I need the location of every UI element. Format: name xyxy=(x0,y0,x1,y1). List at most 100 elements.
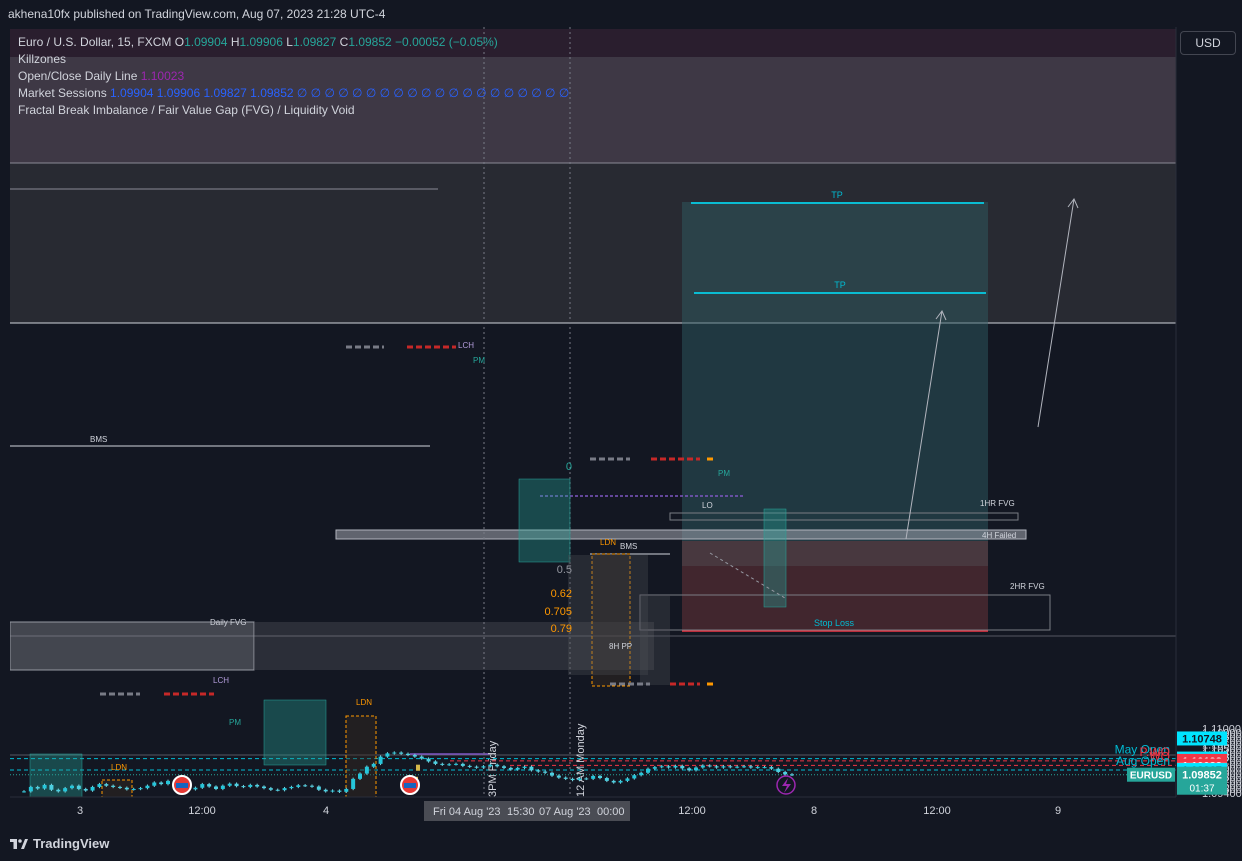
ldn-label-2: LDN xyxy=(600,538,616,547)
candle-body xyxy=(323,789,328,792)
candle-body xyxy=(76,785,81,789)
candle-body xyxy=(193,787,198,790)
candle-body xyxy=(351,778,356,789)
candle-body xyxy=(666,766,671,768)
candle-body xyxy=(515,767,520,770)
price-badge-text-0: 1.10748 xyxy=(1182,733,1222,745)
countdown-text: 01:37 xyxy=(1189,784,1214,795)
stop-loss-label: Stop Loss xyxy=(814,618,855,628)
2hr-fvg-label: 2HR FVG xyxy=(1010,582,1045,591)
candle-body xyxy=(659,766,664,768)
candle-body xyxy=(591,776,596,779)
candle-body xyxy=(111,785,116,787)
candle-body xyxy=(289,786,294,789)
candle-body xyxy=(474,766,479,768)
fib-label-3: 0.705 xyxy=(544,606,572,618)
pm-label-1: PM xyxy=(718,469,730,478)
fib-label-0: 0 xyxy=(566,461,572,473)
candle-body xyxy=(522,766,527,768)
indicator-name[interactable]: Killzones xyxy=(18,52,66,66)
candle-body xyxy=(152,782,157,786)
target-zone xyxy=(682,202,988,566)
candle-body xyxy=(529,766,534,771)
candle-body xyxy=(714,766,719,768)
published-caption: akhena10fx published on TradingView.com,… xyxy=(8,7,386,21)
candle-body xyxy=(28,786,33,792)
level-label-3: Aug Open xyxy=(1116,754,1170,768)
candle-body xyxy=(118,786,122,788)
tradingview-logo[interactable]: TradingView xyxy=(10,836,109,851)
ldn-range-box xyxy=(568,555,648,675)
candle-body xyxy=(104,784,109,786)
time-tick-label: 3 xyxy=(77,805,83,817)
crosshair-date-1: Fri 04 Aug '23 xyxy=(433,806,501,818)
symbol-row[interactable]: Euro / U.S. Dollar, 15, FXCM O1.09904 H1… xyxy=(18,34,569,51)
symbol-tag-text: EURUSD xyxy=(1130,771,1172,782)
candle-body xyxy=(646,768,650,773)
candle-body xyxy=(358,773,362,779)
fib-label-1: 0.5 xyxy=(557,564,572,576)
candle-body xyxy=(426,758,431,762)
ldn-label-1: LDN xyxy=(356,698,372,707)
candle-body xyxy=(508,767,513,770)
marker-12am-monday: 12 AM Monday xyxy=(575,723,587,797)
candle-body xyxy=(330,790,335,792)
time-tick-label: 9 xyxy=(1055,805,1061,817)
candle-body xyxy=(42,784,47,789)
open-value: 1.09904 xyxy=(184,35,228,49)
daily-fvg-box xyxy=(10,621,255,671)
current-price-text: 1.09852 xyxy=(1182,770,1222,782)
candle-body xyxy=(460,763,465,766)
fib-label-4: 0.79 xyxy=(551,623,572,635)
lo-label: LO xyxy=(702,501,713,510)
open-label: O xyxy=(174,35,185,49)
candle-body xyxy=(248,784,253,787)
candle-body xyxy=(207,784,212,787)
candle-body xyxy=(543,771,548,773)
indicator-daily-line[interactable]: Open/Close Daily Line 1.10023 xyxy=(18,68,569,85)
candle-body xyxy=(83,788,88,791)
tp-lower-label: TP xyxy=(834,280,846,290)
candle-body xyxy=(241,786,246,788)
candle-body xyxy=(481,766,486,768)
indicator-name[interactable]: Market Sessions xyxy=(18,86,107,100)
indicator-market-sessions[interactable]: Market Sessions 1.09904 1.09906 1.09827 … xyxy=(18,85,569,102)
indicator-fvg[interactable]: Fractal Break Imbalance / Fair Value Gap… xyxy=(18,102,569,119)
chart-area[interactable]: TP TP Stop Loss Daily FVG 4H Failed 1HR FVG 2H… xyxy=(10,27,1242,824)
candle-body xyxy=(440,763,445,765)
candle-body xyxy=(673,765,678,768)
symbol-name[interactable]: Euro / U.S. Dollar, 15, FXCM xyxy=(18,35,171,49)
candle-body xyxy=(234,783,239,787)
impulse-candle xyxy=(416,764,420,771)
chart-canvas[interactable]: TP TP Stop Loss Daily FVG 4H Failed 1HR FVG 2H… xyxy=(10,27,1242,824)
low-value: 1.09827 xyxy=(292,35,337,49)
candle-body xyxy=(604,778,609,781)
candle-body xyxy=(200,784,205,788)
session-box-1 xyxy=(263,699,327,766)
time-tick-label: 8 xyxy=(811,805,817,817)
candle-body xyxy=(385,753,390,757)
candle-body xyxy=(90,786,95,791)
candle-body xyxy=(227,783,232,786)
candle-body xyxy=(22,791,26,793)
candle-body xyxy=(56,789,61,792)
candle-body xyxy=(344,788,349,792)
candle-body xyxy=(700,765,705,768)
candle-body xyxy=(625,778,630,781)
candle-body xyxy=(303,785,308,787)
indicator-name[interactable]: Open/Close Daily Line xyxy=(18,69,137,83)
pm-label-0: PM xyxy=(473,356,485,365)
fib-label-2: 0.62 xyxy=(551,588,572,600)
daily-fvg-label: Daily FVG xyxy=(210,618,246,627)
close-label: C xyxy=(339,35,349,49)
candle-body xyxy=(399,752,404,754)
footer-bar xyxy=(0,824,1242,861)
indicator-name[interactable]: Fractal Break Imbalance / Fair Value Gap… xyxy=(18,103,355,117)
tradingview-logo-icon xyxy=(10,839,28,849)
currency-button[interactable]: USD xyxy=(1180,31,1236,55)
candle-body xyxy=(145,785,150,789)
indicator-killzones[interactable]: Killzones xyxy=(18,51,569,68)
session-box-0 xyxy=(29,753,83,800)
candle-body xyxy=(406,753,410,755)
pm-label-2: PM xyxy=(229,718,241,727)
